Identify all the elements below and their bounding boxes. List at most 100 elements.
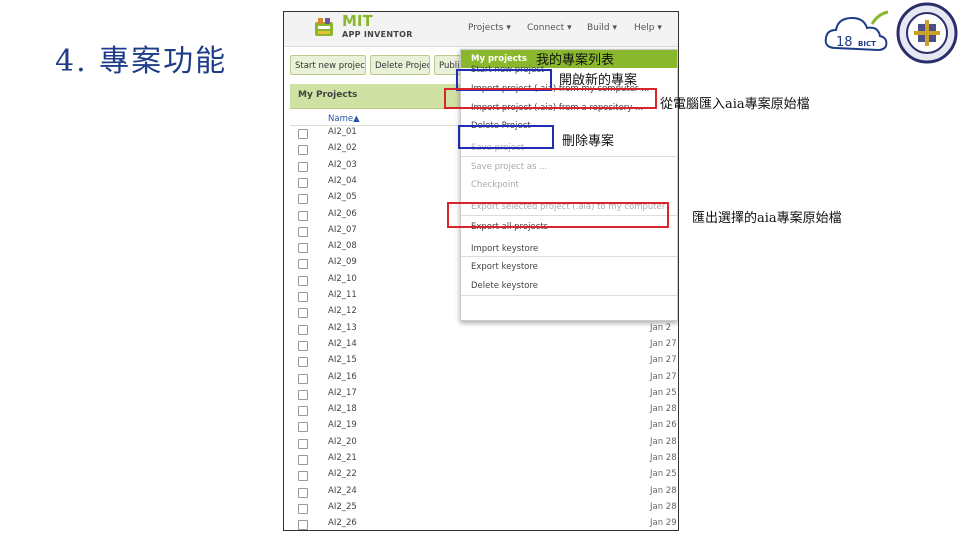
note-import-aia: 從電腦匯入aia專案原始檔: [660, 97, 810, 112]
project-name[interactable]: AI2_07: [328, 225, 357, 235]
project-date: Jan 27: [650, 338, 677, 349]
logo-title: MIT: [342, 12, 373, 30]
table-row[interactable]: AI2_21 Jan 28: [284, 452, 678, 468]
row-checkbox[interactable]: [298, 389, 308, 400]
project-name[interactable]: AI2_14: [328, 339, 357, 349]
project-name[interactable]: AI2_15: [328, 355, 357, 365]
project-name[interactable]: AI2_16: [328, 372, 357, 382]
row-checkbox[interactable]: [298, 145, 308, 156]
menu-separator: [461, 256, 677, 257]
project-name[interactable]: AI2_09: [328, 257, 357, 267]
project-name[interactable]: AI2_22: [328, 469, 357, 479]
table-row[interactable]: AI2_13 Jan 2: [284, 322, 678, 338]
note-start-new: 開啟新的專案: [559, 73, 638, 88]
row-checkbox[interactable]: [298, 487, 308, 498]
project-date: Jan 26: [650, 420, 677, 431]
menu-separator: [461, 295, 677, 296]
menu-connect[interactable]: Connect ▾: [527, 23, 572, 33]
row-checkbox[interactable]: [298, 275, 308, 286]
project-date: Jan 28: [650, 436, 677, 447]
dropdown-menu-item: Save project as ...: [471, 162, 548, 172]
table-row[interactable]: AI2_14 Jan 27: [284, 338, 678, 354]
project-name[interactable]: AI2_08: [328, 241, 357, 251]
row-checkbox[interactable]: [298, 422, 308, 433]
project-date: Jan 28: [650, 453, 677, 463]
row-checkbox[interactable]: [298, 406, 308, 417]
project-date: Jan 27: [650, 371, 677, 382]
row-checkbox[interactable]: [298, 210, 308, 221]
note-export-aia: 匯出選擇的aia專案原始檔: [692, 211, 842, 226]
row-checkbox[interactable]: [298, 340, 308, 351]
project-date: Jan 2: [650, 322, 672, 333]
row-checkbox[interactable]: [298, 503, 308, 514]
row-checkbox[interactable]: [298, 292, 308, 302]
export-aia-highlight-box: [447, 202, 669, 228]
project-date: Jan 27: [650, 355, 677, 366]
table-row[interactable]: AI2_25 Jan 28: [284, 501, 678, 517]
dropdown-menu-item[interactable]: Delete keystore: [471, 281, 538, 291]
note-my-projects-list: 我的專案列表: [536, 53, 615, 68]
row-checkbox[interactable]: [298, 471, 308, 482]
row-checkbox[interactable]: [298, 357, 308, 368]
project-name[interactable]: AI2_02: [328, 143, 357, 153]
project-date: Jan 28: [650, 485, 677, 496]
menu-separator: [461, 156, 677, 157]
project-name[interactable]: AI2_21: [328, 453, 357, 463]
slide-title: 4. 專案功能: [55, 44, 228, 79]
row-checkbox[interactable]: [298, 129, 308, 139]
row-checkbox[interactable]: [298, 324, 308, 335]
menu-build[interactable]: Build ▾: [587, 23, 617, 33]
menu-help[interactable]: Help ▾: [634, 23, 662, 33]
project-name[interactable]: AI2_03: [328, 160, 357, 170]
project-date: Jan 25: [650, 387, 677, 398]
app-inventor-logo-icon: [315, 18, 333, 36]
project-name[interactable]: AI2_19: [328, 420, 357, 430]
project-name[interactable]: AI2_12: [328, 306, 357, 316]
dropdown-my-projects-label: My projects: [471, 54, 527, 64]
menu-projects[interactable]: Projects ▾: [468, 23, 511, 33]
cloud-logo-icon: 18 BICT: [824, 10, 889, 52]
row-checkbox[interactable]: [298, 438, 308, 449]
table-row[interactable]: AI2_26 Jan 29: [284, 517, 678, 530]
delete-project-button[interactable]: Delete Project: [370, 55, 430, 75]
row-checkbox[interactable]: [298, 226, 308, 237]
project-name[interactable]: AI2_24: [328, 486, 357, 496]
table-row[interactable]: AI2_17 Jan 25: [284, 387, 678, 403]
project-name[interactable]: AI2_01: [328, 127, 357, 137]
table-row[interactable]: AI2_19 Jan 26: [284, 419, 678, 435]
row-checkbox[interactable]: [298, 520, 308, 530]
table-row[interactable]: AI2_24 Jan 28: [284, 485, 678, 501]
project-name[interactable]: AI2_18: [328, 404, 357, 414]
row-checkbox[interactable]: [298, 243, 308, 254]
dropdown-menu-item[interactable]: Export keystore: [471, 262, 538, 272]
row-checkbox[interactable]: [298, 177, 308, 188]
project-name[interactable]: AI2_20: [328, 437, 357, 447]
project-name[interactable]: AI2_10: [328, 274, 357, 284]
project-date: Jan 28: [650, 404, 677, 415]
project-name[interactable]: AI2_26: [328, 518, 357, 528]
table-row[interactable]: AI2_22 Jan 25: [284, 468, 678, 484]
project-date: Jan 25: [650, 469, 677, 480]
table-row[interactable]: AI2_20 Jan 28: [284, 436, 678, 452]
row-checkbox[interactable]: [298, 373, 308, 384]
dropdown-menu-item[interactable]: Import keystore: [471, 244, 538, 254]
table-row[interactable]: AI2_16 Jan 27: [284, 371, 678, 387]
project-name[interactable]: AI2_04: [328, 176, 357, 186]
project-name[interactable]: AI2_06: [328, 209, 357, 219]
row-checkbox[interactable]: [298, 455, 308, 465]
start-new-project-button[interactable]: Start new project: [290, 55, 366, 75]
project-name[interactable]: AI2_13: [328, 323, 357, 333]
row-checkbox[interactable]: [298, 194, 308, 205]
svg-text:BICT: BICT: [858, 40, 876, 48]
table-row[interactable]: AI2_18 Jan 28: [284, 403, 678, 419]
university-seal-icon: [896, 2, 958, 64]
project-name[interactable]: AI2_17: [328, 388, 357, 398]
project-name[interactable]: AI2_25: [328, 502, 357, 512]
row-checkbox[interactable]: [298, 259, 308, 270]
name-column-header[interactable]: Name▲: [328, 114, 360, 124]
project-name[interactable]: AI2_05: [328, 192, 357, 202]
table-row[interactable]: AI2_15 Jan 27: [284, 354, 678, 370]
row-checkbox[interactable]: [298, 161, 308, 172]
project-name[interactable]: AI2_11: [328, 290, 357, 300]
row-checkbox[interactable]: [298, 308, 308, 319]
